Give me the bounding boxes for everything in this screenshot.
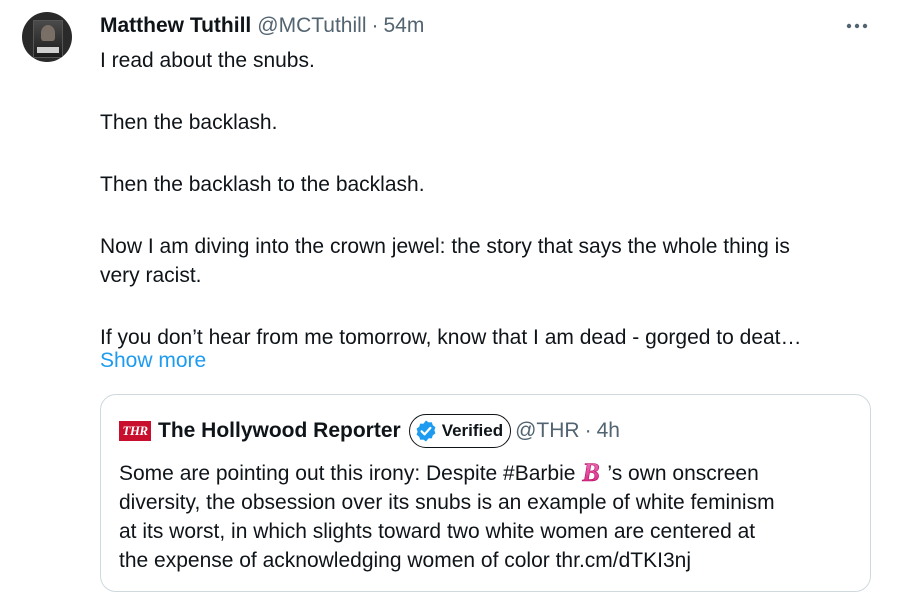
tweet-paragraph: Now I am diving into the crown jewel: th…: [100, 235, 790, 258]
quoted-text-segment: ’s own onscreen: [607, 462, 759, 485]
quoted-header-separator: ·: [584, 419, 592, 442]
more-horizontal-icon[interactable]: [844, 16, 870, 36]
quoted-tweet-text: Some are pointing out this irony: Despit…: [119, 458, 859, 575]
quoted-text-line: diversity, the obsession over its snubs …: [119, 491, 775, 514]
thr-logo-avatar[interactable]: THR: [119, 421, 151, 441]
barbie-emoji-letter: B: [582, 458, 600, 486]
author-avatar[interactable]: [22, 12, 72, 62]
quoted-tweet-timestamp[interactable]: 4h: [597, 419, 620, 443]
tweet[interactable]: Matthew Tuthill @MCTuthill · 54m I read …: [0, 0, 906, 603]
author-handle[interactable]: @MCTuthill: [257, 14, 366, 38]
quoted-text-line: at its worst, in which slights toward tw…: [119, 520, 756, 543]
quoted-text-line[interactable]: the expense of acknowledging women of co…: [119, 546, 859, 575]
tweet-paragraph: I read about the snubs.: [100, 49, 315, 72]
author-name[interactable]: Matthew Tuthill: [100, 14, 251, 38]
tweet-paragraph: Then the backlash.: [100, 111, 278, 134]
tweet-paragraph: If you don’t hear from me tomorrow, know…: [100, 326, 802, 349]
tweet-text: I read about the snubs. Then the backlas…: [100, 46, 890, 352]
verified-badge-icon: [416, 420, 436, 442]
quoted-text-segment: Some are pointing out this irony: Despit…: [119, 462, 576, 485]
barbie-b-emoji-icon: B: [581, 458, 600, 486]
quoted-tweet[interactable]: THR The Hollywood Reporter Verified @THR…: [100, 394, 871, 592]
avatar-book-image: [33, 20, 63, 58]
quoted-author-name[interactable]: The Hollywood Reporter: [158, 419, 401, 443]
verified-label-text: Verified: [441, 421, 504, 440]
tweet-timestamp[interactable]: 54m: [383, 14, 424, 38]
tweet-header: Matthew Tuthill @MCTuthill · 54m: [100, 12, 424, 40]
show-more-link[interactable]: Show more: [100, 346, 206, 375]
tweet-paragraph: Then the backlash to the backlash.: [100, 173, 425, 196]
verified-label[interactable]: Verified: [408, 414, 512, 448]
quoted-author-handle[interactable]: @THR: [515, 419, 579, 443]
tweet-paragraph: very racist.: [100, 264, 202, 287]
quoted-tweet-header: THR The Hollywood Reporter Verified @THR…: [119, 411, 620, 451]
header-separator: ·: [371, 14, 379, 37]
quoted-text-line: Some are pointing out this irony: Despit…: [119, 458, 859, 488]
